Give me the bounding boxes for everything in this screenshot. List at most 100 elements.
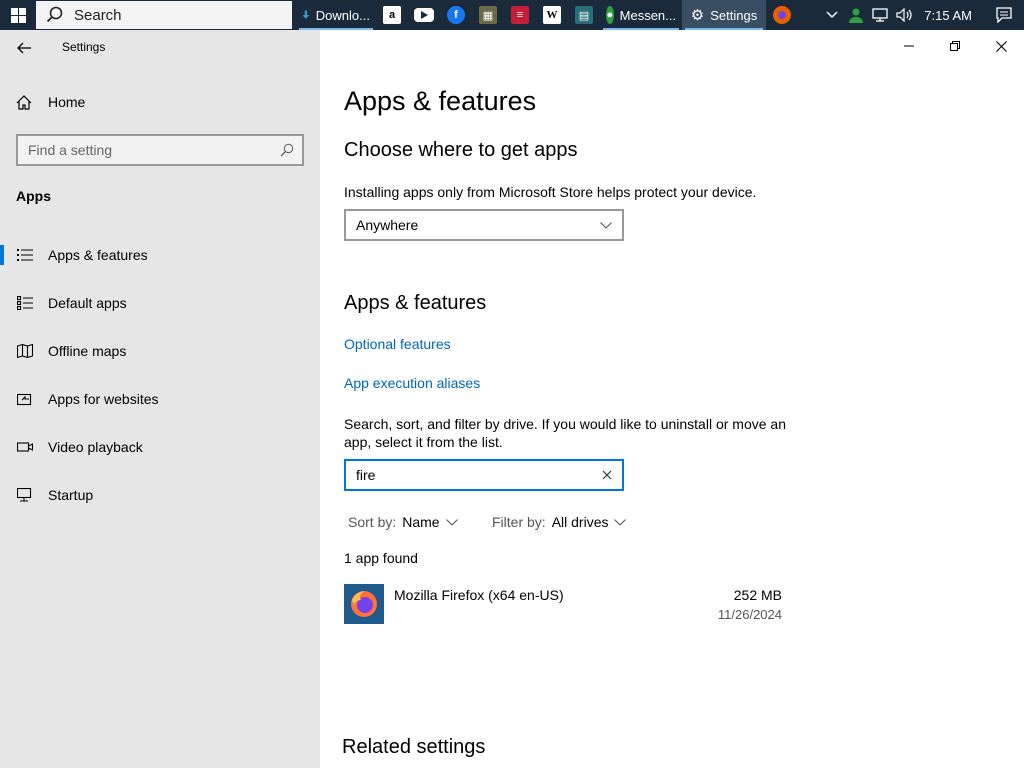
network-icon <box>872 8 888 22</box>
facebook-icon: f <box>447 6 465 24</box>
tray-volume-button[interactable] <box>892 0 916 30</box>
sort-value: Name <box>402 514 440 530</box>
search-icon <box>46 6 63 23</box>
sidebar-item-default-apps[interactable]: Default apps <box>0 283 320 323</box>
chevron-down-icon <box>600 221 612 229</box>
start-button[interactable] <box>0 0 36 30</box>
taskbar-app-amazon[interactable]: a <box>376 0 408 30</box>
sidebar-item-label: Apps & features <box>48 247 148 263</box>
taskbar-app-wikipedia[interactable]: W <box>536 0 568 30</box>
app-name: Mozilla Firefox (x64 en-US) <box>394 587 564 603</box>
action-center-button[interactable] <box>984 0 1024 30</box>
tray-network-button[interactable] <box>868 0 892 30</box>
download-icon <box>302 10 310 19</box>
flag-icon: ≡ <box>511 6 529 24</box>
apps-features-heading: Apps & features <box>344 292 487 314</box>
taskbar-app-label: Settings <box>710 7 758 23</box>
sidebar-item-label: Apps for websites <box>48 391 159 407</box>
taskbar-app-label: Messen... <box>619 7 676 23</box>
sidebar-item-apps-features[interactable]: Apps & features <box>0 235 320 275</box>
app-list-item[interactable]: Mozilla Firefox (x64 en-US) 252 MB 11/26… <box>344 583 784 625</box>
optional-features-link[interactable]: Optional features <box>344 336 451 352</box>
messenger-icon: ● <box>606 6 614 24</box>
app-icon: ▤ <box>575 6 593 24</box>
apps-found-count: 1 app found <box>344 550 418 566</box>
clear-icon[interactable] <box>602 470 612 480</box>
map-icon <box>16 342 34 360</box>
taskbar-search[interactable]: Search <box>36 1 292 29</box>
minimize-button[interactable] <box>886 30 932 62</box>
sidebar-item-label: Default apps <box>48 295 127 311</box>
app-size: 252 MB <box>733 587 782 603</box>
app-install-date: 11/26/2024 <box>717 607 782 622</box>
chevron-up-icon <box>826 11 838 19</box>
app-search-input[interactable]: fire <box>344 459 624 491</box>
find-setting-input[interactable]: Find a setting <box>16 134 304 166</box>
main-content: Apps & features Choose where to get apps… <box>320 30 1024 768</box>
sidebar-item-video-playback[interactable]: Video playback <box>0 427 320 467</box>
taskbar-app-5[interactable]: ▦ <box>472 0 504 30</box>
sidebar-item-label: Video playback <box>48 439 143 455</box>
sidebar-section-title: Apps <box>16 188 51 204</box>
taskbar-app-8[interactable]: ▤ <box>568 0 600 30</box>
search-description-line2: app, select it from the list. <box>344 434 503 450</box>
taskbar-search-label: Search <box>74 6 122 24</box>
chevron-down-icon <box>445 518 458 526</box>
app-source-dropdown[interactable]: Anywhere <box>344 209 624 241</box>
page-title: Apps & features <box>344 86 537 116</box>
people-icon <box>849 8 864 23</box>
sort-dropdown[interactable]: Sort by: Name <box>348 514 458 530</box>
app-source-value: Anywhere <box>356 217 419 233</box>
app-icon: ▦ <box>479 6 497 24</box>
firefox-icon <box>344 584 384 624</box>
notification-icon <box>996 7 1012 23</box>
taskbar-clock[interactable]: 7:15 AM <box>916 8 984 23</box>
sidebar-item-label: Startup <box>48 487 94 503</box>
taskbar-app-facebook[interactable]: f <box>440 0 472 30</box>
back-arrow-icon <box>17 42 31 54</box>
sort-label: Sort by: <box>348 514 397 530</box>
tray-overflow-button[interactable] <box>820 0 844 30</box>
close-button[interactable] <box>978 30 1024 62</box>
taskbar-app-firefox[interactable] <box>766 0 798 30</box>
filter-dropdown[interactable]: Filter by: All drives <box>492 514 627 530</box>
taskbar-app-settings[interactable]: ⚙ Settings <box>682 0 766 30</box>
sidebar-item-apps-websites[interactable]: Apps for websites <box>0 379 320 419</box>
related-settings-heading: Related settings <box>342 736 486 758</box>
home-label: Home <box>48 94 86 110</box>
choose-apps-heading: Choose where to get apps <box>344 139 578 161</box>
home-nav-item[interactable]: Home <box>16 94 85 110</box>
chevron-down-icon <box>614 518 627 526</box>
taskbar-app-youtube[interactable] <box>408 0 440 30</box>
home-icon <box>16 94 32 110</box>
filter-value: All drives <box>551 514 609 530</box>
amazon-icon: a <box>383 6 401 24</box>
startup-icon <box>16 486 34 504</box>
taskbar-app-downloads[interactable]: Downlo... <box>296 0 376 30</box>
sidebar-item-startup[interactable]: Startup <box>0 475 320 515</box>
list-icon <box>16 246 34 264</box>
windows-logo-icon <box>10 7 26 23</box>
find-setting-placeholder: Find a setting <box>28 142 113 158</box>
settings-sidebar: Settings Home Find a setting Apps Apps &… <box>0 30 320 768</box>
wikipedia-icon: W <box>543 6 561 24</box>
taskbar-app-messenger[interactable]: ● Messen... <box>600 0 682 30</box>
restore-button[interactable] <box>932 30 978 62</box>
search-icon <box>280 143 294 157</box>
restore-icon <box>950 41 960 51</box>
close-icon <box>995 40 1007 52</box>
back-button[interactable] <box>14 38 34 58</box>
app-execution-aliases-link[interactable]: App execution aliases <box>344 375 480 391</box>
tray-people-button[interactable] <box>844 0 868 30</box>
minimize-icon <box>904 45 914 47</box>
app-search-value: fire <box>356 467 376 483</box>
gear-icon: ⚙ <box>690 7 705 24</box>
search-description-line1: Search, sort, and filter by drive. If yo… <box>344 416 786 432</box>
filter-label: Filter by: <box>492 514 546 530</box>
video-icon <box>16 438 34 456</box>
sidebar-item-offline-maps[interactable]: Offline maps <box>0 331 320 371</box>
taskbar: Search Downlo... a f ▦ ≡ W ▤ ● Messen...… <box>0 0 1024 30</box>
window-title: Settings <box>62 40 106 54</box>
system-tray: 7:15 AM <box>820 0 1024 30</box>
taskbar-app-6[interactable]: ≡ <box>504 0 536 30</box>
